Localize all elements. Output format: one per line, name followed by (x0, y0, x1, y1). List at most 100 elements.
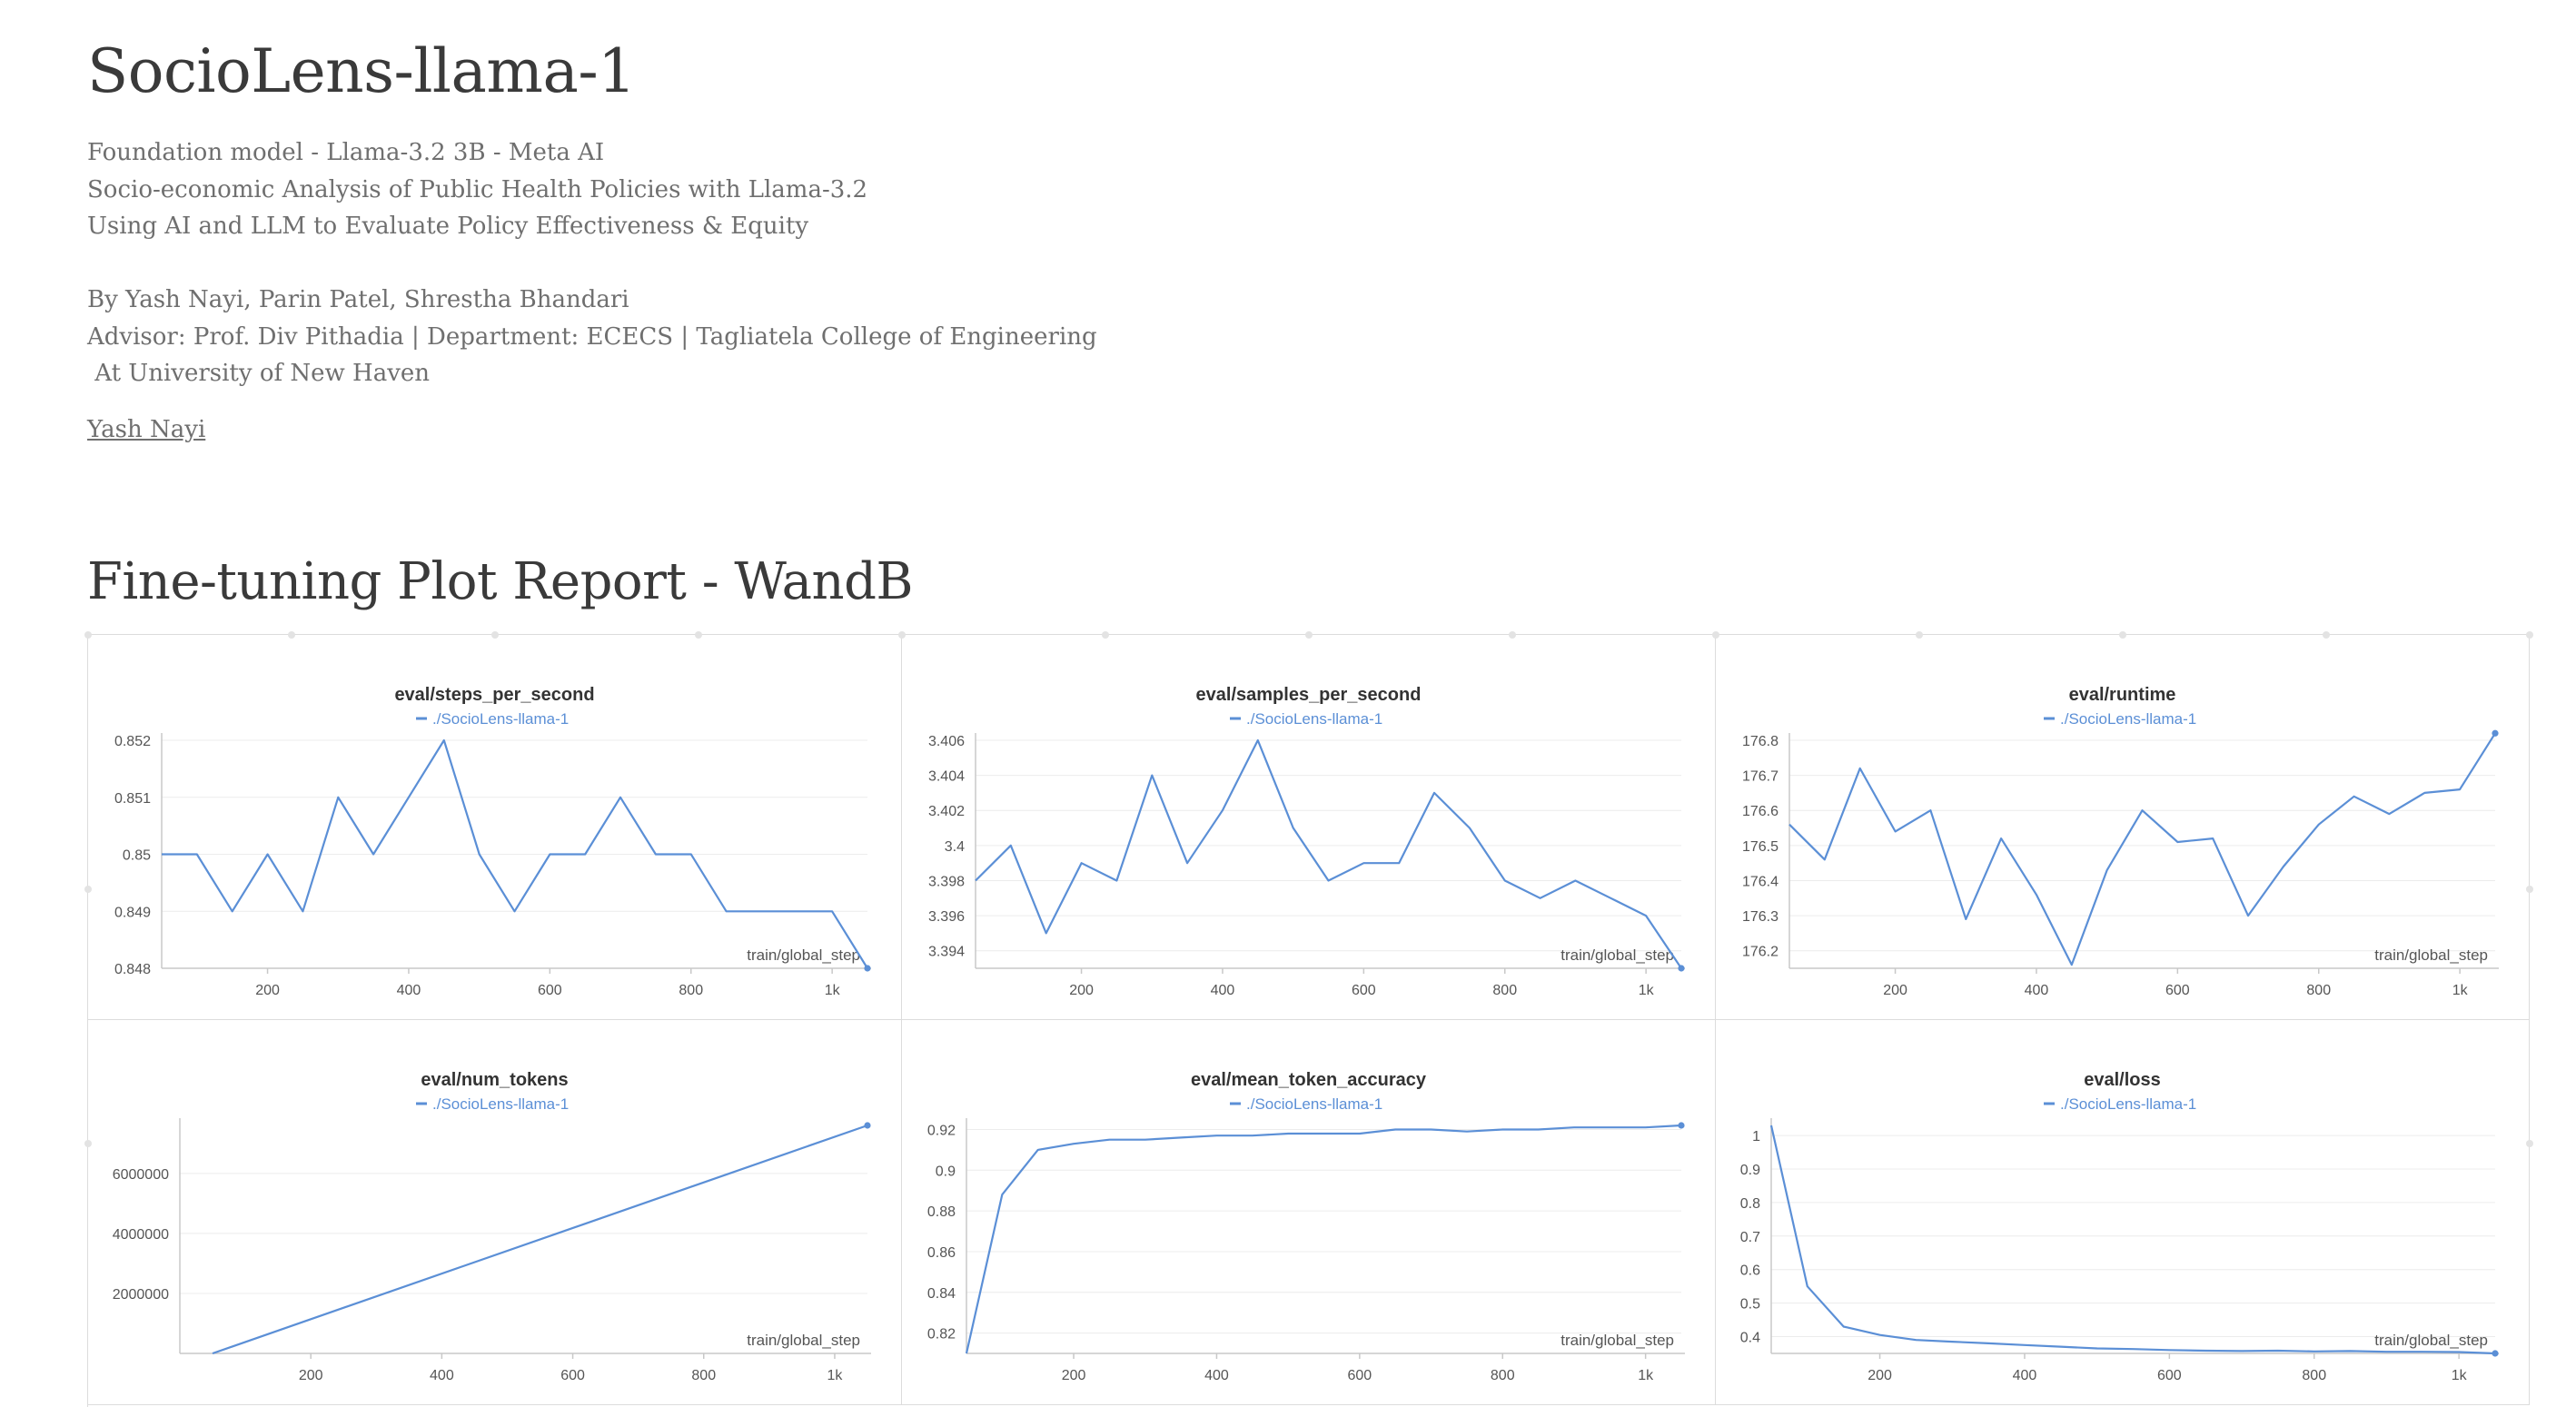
series-line-mean-token-accuracy[interactable] (965, 1124, 1682, 1354)
chart-num-tokens: eval/num_tokens ./SocioLens-llama-1 200000… (113, 1070, 871, 1383)
y-tick-label: 176.3 (1742, 909, 1778, 925)
x-axis-label: train/global_step (1560, 946, 1674, 964)
y-tick-label: 0.849 (114, 905, 151, 920)
x-tick-label: 400 (430, 1368, 454, 1383)
description-line-university: At University of New Haven (87, 360, 431, 387)
x-tick-label: 1k (1639, 983, 1655, 998)
legend-num-tokens[interactable]: ./SocioLens-llama-1 (416, 1095, 569, 1113)
report-page: SocioLens-llama-1 Foundation model - Lla… (0, 0, 2576, 1407)
x-tick-label: 800 (2306, 983, 2331, 998)
series-end-point[interactable] (1678, 965, 1685, 972)
y-tick-label: 0.851 (114, 791, 151, 807)
chart-title-runtime: eval/runtime (2069, 685, 2176, 705)
legend-runtime[interactable]: ./SocioLens-llama-1 (2044, 710, 2196, 728)
y-tick-label: 176.7 (1742, 769, 1778, 785)
y-tick-label: 0.4 (1740, 1331, 1760, 1346)
chart-mean-token-accuracy: eval/mean_token_accuracy ./SocioLens-llam… (927, 1070, 1685, 1383)
resize-handle[interactable] (84, 631, 92, 639)
chart-panel-runtime[interactable]: eval/runtime ./SocioLens-llama-1 176.2 176.… (1716, 635, 2530, 1020)
x-tick-label: 600 (1347, 1368, 1372, 1383)
resize-handle[interactable] (2323, 631, 2330, 639)
y-tick-label: 0.7 (1740, 1230, 1760, 1245)
chart-runtime: eval/runtime ./SocioLens-llama-1 176.2 176.… (1742, 685, 2499, 998)
x-tick-label: 1k (827, 1368, 843, 1383)
resize-handle[interactable] (898, 631, 906, 639)
chart-panel-steps-per-second[interactable]: eval/steps_per_second ./SocioLens-llama-1… (88, 635, 902, 1020)
y-tick-label: 0.8 (1740, 1196, 1760, 1212)
resize-handle[interactable] (695, 631, 702, 639)
y-tick-label: 3.4 (945, 839, 965, 855)
x-tick-label: 600 (2157, 1368, 2182, 1383)
x-axis-label: train/global_step (747, 1332, 860, 1349)
y-tick-label: 4000000 (113, 1227, 169, 1243)
x-tick-label: 1k (1638, 1368, 1654, 1383)
legend-label: ./SocioLens-llama-1 (432, 710, 569, 728)
y-tick-label: 1 (1752, 1129, 1760, 1144)
resize-handle[interactable] (84, 1140, 92, 1147)
resize-handle[interactable] (1102, 631, 1109, 639)
resize-handle[interactable] (1712, 631, 1719, 639)
resize-handle[interactable] (2526, 1140, 2533, 1147)
series-line-runtime[interactable] (1788, 732, 2496, 966)
series-end-point[interactable] (864, 1122, 871, 1129)
y-tick-label: 3.396 (928, 909, 965, 925)
resize-handle[interactable] (2526, 886, 2533, 893)
y-tick-label: 0.9 (936, 1164, 956, 1179)
legend-steps-per-second[interactable]: ./SocioLens-llama-1 (416, 710, 569, 728)
resize-handle[interactable] (288, 631, 295, 639)
y-tick-label: 0.82 (927, 1327, 956, 1343)
resize-handle[interactable] (1509, 631, 1516, 639)
resize-handle[interactable] (1305, 631, 1313, 639)
legend-label: ./SocioLens-llama-1 (1246, 1095, 1382, 1113)
x-axis-label: train/global_step (2374, 1332, 2488, 1349)
x-tick-label: 800 (2302, 1368, 2326, 1383)
series-line-samples-per-second[interactable] (975, 738, 1682, 969)
y-tick-label: 2000000 (113, 1287, 169, 1303)
x-tick-label: 400 (1211, 983, 1235, 998)
y-tick-label: 0.848 (114, 962, 151, 977)
resize-handle[interactable] (1916, 631, 1923, 639)
x-axis-label: train/global_step (747, 946, 860, 964)
chart-panel-loss[interactable]: eval/loss ./SocioLens-llama-1 0.4 0.5 0.6 0.7… (1716, 1020, 2530, 1405)
page-title: SocioLens-llama-1 (87, 36, 636, 106)
resize-handle[interactable] (2119, 631, 2126, 639)
y-tick-label: 176.2 (1742, 945, 1778, 960)
chart-panel-mean-token-accuracy[interactable]: eval/mean_token_accuracy ./SocioLens-llam… (902, 1020, 1716, 1405)
y-tick-label: 0.88 (927, 1204, 956, 1220)
chart-title-loss: eval/loss (2084, 1070, 2161, 1090)
series-end-point[interactable] (1678, 1122, 1685, 1129)
y-tick-label: 0.5 (1740, 1297, 1760, 1313)
chart-loss: eval/loss ./SocioLens-llama-1 0.4 0.5 0.6 0.7… (1740, 1070, 2499, 1383)
x-tick-label: 800 (1491, 1368, 1515, 1383)
author-link[interactable]: Yash Nayi (87, 416, 205, 443)
y-tick-label: 0.85 (123, 848, 151, 864)
chart-panel-samples-per-second[interactable]: eval/samples_per_second ./SocioLens-llama… (902, 635, 1716, 1020)
series-line-num-tokens[interactable] (212, 1124, 868, 1355)
resize-handle[interactable] (491, 631, 499, 639)
series-end-point[interactable] (2492, 729, 2499, 737)
chart-title-steps-per-second: eval/steps_per_second (394, 685, 594, 705)
chart-title-num-tokens: eval/num_tokens (421, 1070, 568, 1090)
chart-panel-num-tokens[interactable]: eval/num_tokens ./SocioLens-llama-1 200000… (88, 1020, 902, 1405)
series-end-point[interactable] (2492, 1350, 2499, 1357)
resize-handle[interactable] (2526, 631, 2533, 639)
legend-label: ./SocioLens-llama-1 (432, 1095, 569, 1113)
legend-label: ./SocioLens-llama-1 (2060, 710, 2196, 728)
y-tick-label: 0.84 (927, 1286, 956, 1302)
resize-handle[interactable] (84, 886, 92, 893)
legend-loss[interactable]: ./SocioLens-llama-1 (2044, 1095, 2196, 1113)
y-tick-label: 0.86 (927, 1245, 956, 1261)
legend-samples-per-second[interactable]: ./SocioLens-llama-1 (1230, 710, 1382, 728)
x-tick-label: 600 (538, 983, 562, 998)
x-tick-label: 200 (1883, 983, 1907, 998)
x-tick-label: 600 (2165, 983, 2190, 998)
x-tick-label: 200 (255, 983, 280, 998)
legend-mean-token-accuracy[interactable]: ./SocioLens-llama-1 (1230, 1095, 1382, 1113)
y-tick-label: 176.4 (1742, 874, 1778, 889)
chart-panel-grid: eval/steps_per_second ./SocioLens-llama-1… (84, 631, 2533, 1407)
series-line-loss[interactable] (1769, 1125, 2496, 1355)
x-axis-label: train/global_step (1560, 1332, 1674, 1349)
series-end-point[interactable] (864, 965, 871, 972)
y-tick-label: 3.404 (928, 769, 965, 785)
